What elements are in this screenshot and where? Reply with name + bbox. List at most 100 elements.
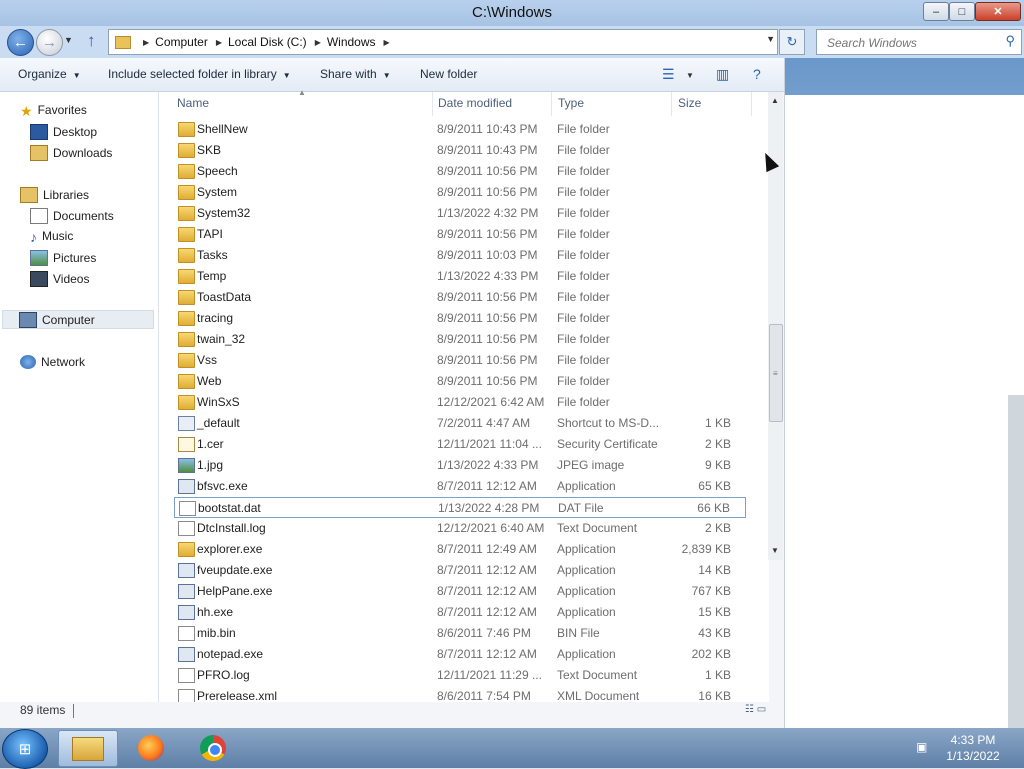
- preview-pane-icon[interactable]: ▥: [716, 66, 729, 83]
- start-button[interactable]: ⊞: [2, 729, 48, 769]
- taskbar-chrome[interactable]: [184, 730, 242, 765]
- file-row[interactable]: 1.jpg 1/13/2022 4:33 PM JPEG image 9 KB: [174, 455, 746, 476]
- file-row[interactable]: SKB 8/9/2011 10:43 PM File folder: [174, 140, 746, 161]
- sidebar-item-libraries[interactable]: Libraries: [20, 187, 89, 203]
- file-row[interactable]: _default 7/2/2011 4:47 AM Shortcut to MS-D…: [174, 413, 746, 434]
- column-divider[interactable]: [751, 92, 752, 116]
- file-row[interactable]: WinSxS 12/12/2021 6:42 AM File folder: [174, 392, 746, 413]
- chevron-right-icon[interactable]: ▶: [384, 38, 390, 47]
- file-row[interactable]: hh.exe 8/7/2011 12:12 AM Application 15 KB: [174, 602, 746, 623]
- column-divider[interactable]: [671, 92, 672, 116]
- minimize-button[interactable]: –: [923, 2, 949, 21]
- search-icon[interactable]: ⚲: [1005, 33, 1015, 49]
- file-date: 8/6/2011 7:46 PM: [437, 626, 531, 640]
- column-divider[interactable]: [432, 92, 433, 116]
- sidebar-item-music[interactable]: ♪ Music: [30, 229, 73, 245]
- file-type: File folder: [557, 185, 610, 199]
- change-view-icon[interactable]: ☰: [662, 66, 675, 83]
- folder-icon: [178, 311, 195, 326]
- file-date: 12/11/2021 11:04 ...: [437, 437, 542, 451]
- chevron-right-icon[interactable]: ▶: [143, 38, 149, 47]
- column-header-size[interactable]: Size: [678, 96, 701, 110]
- file-row[interactable]: fveupdate.exe 8/7/2011 12:12 AM Applicatio…: [174, 560, 746, 581]
- sidebar-item-documents[interactable]: Documents: [30, 208, 114, 224]
- file-name: Tasks: [197, 248, 228, 262]
- view-options-dropdown-icon[interactable]: ▼: [686, 71, 694, 80]
- file-row[interactable]: explorer.exe 8/7/2011 12:49 AM Application…: [174, 539, 746, 560]
- file-row[interactable]: System32 1/13/2022 4:32 PM File folder: [174, 203, 746, 224]
- chevron-right-icon[interactable]: ▶: [216, 38, 222, 47]
- new-folder-button[interactable]: New folder: [420, 67, 477, 81]
- file-row[interactable]: Vss 8/9/2011 10:56 PM File folder: [174, 350, 746, 371]
- details-view-icon[interactable]: ☷ ▭: [745, 704, 766, 715]
- file-size: 14 KB: [698, 563, 731, 577]
- sidebar-item-downloads[interactable]: Downloads: [30, 145, 112, 161]
- file-row[interactable]: TAPI 8/9/2011 10:56 PM File folder: [174, 224, 746, 245]
- file-row[interactable]: PFRO.log 12/11/2021 11:29 ... Text Documen…: [174, 665, 746, 686]
- breadcrumb-windows[interactable]: Windows: [327, 35, 376, 49]
- refresh-button[interactable]: ↻: [779, 29, 805, 55]
- column-header-type[interactable]: Type: [558, 96, 584, 110]
- column-divider[interactable]: [551, 92, 552, 116]
- back-button[interactable]: ←: [7, 29, 34, 56]
- sidebar-item-videos[interactable]: Videos: [30, 271, 89, 287]
- system-clock[interactable]: 4:33 PM 1/13/2022: [930, 732, 1016, 764]
- sidebar-item-favorites[interactable]: ★ Favorites: [20, 103, 87, 119]
- forward-button[interactable]: →: [36, 29, 63, 56]
- file-row[interactable]: System 8/9/2011 10:56 PM File folder: [174, 182, 746, 203]
- network-tray-icon[interactable]: ▣: [916, 740, 927, 754]
- file-row[interactable]: bootstat.dat 1/13/2022 4:28 PM DAT File 66 …: [174, 497, 746, 518]
- file-date: 1/13/2022 4:33 PM: [437, 269, 539, 283]
- file-row[interactable]: bfsvc.exe 8/7/2011 12:12 AM Application 65 …: [174, 476, 746, 497]
- column-header-name[interactable]: Name: [177, 96, 209, 110]
- chevron-right-icon[interactable]: ▶: [315, 38, 321, 47]
- breadcrumb-local-disk[interactable]: Local Disk (C:): [228, 35, 307, 49]
- file-date: 8/9/2011 10:56 PM: [437, 332, 538, 346]
- file-row[interactable]: twain_32 8/9/2011 10:56 PM File folder: [174, 329, 746, 350]
- search-input[interactable]: [825, 34, 999, 52]
- breadcrumb-computer[interactable]: Computer: [155, 35, 208, 49]
- organize-menu[interactable]: Organize ▼: [18, 67, 81, 81]
- sidebar-item-network[interactable]: Network: [20, 355, 85, 369]
- file-date: 7/2/2011 4:47 AM: [437, 416, 531, 430]
- scroll-down-icon[interactable]: ▼: [771, 546, 779, 555]
- search-box[interactable]: ⚲: [816, 29, 1022, 55]
- sidebar-item-pictures[interactable]: Pictures: [30, 250, 96, 266]
- file-row[interactable]: Temp 1/13/2022 4:33 PM File folder: [174, 266, 746, 287]
- close-button[interactable]: ✕: [975, 2, 1021, 21]
- file-name: mib.bin: [197, 626, 236, 640]
- maximize-button[interactable]: □: [949, 2, 975, 21]
- status-divider: [73, 704, 74, 718]
- address-bar[interactable]: ▶ Computer ▶ Local Disk (C:) ▶ Windows ▶…: [108, 29, 778, 55]
- address-dropdown-icon[interactable]: ▼: [766, 34, 775, 44]
- share-with-menu[interactable]: Share with ▼: [320, 67, 391, 81]
- title-bar[interactable]: C:\Windows – □ ✕: [0, 0, 1024, 26]
- file-row[interactable]: tracing 8/9/2011 10:56 PM File folder: [174, 308, 746, 329]
- file-row[interactable]: DtcInstall.log 12/12/2021 6:40 AM Text Doc…: [174, 518, 746, 539]
- include-in-library-menu[interactable]: Include selected folder in library ▼: [108, 67, 291, 81]
- file-row[interactable]: Tasks 8/9/2011 10:03 PM File folder: [174, 245, 746, 266]
- file-size: 16 KB: [698, 689, 731, 703]
- sidebar-item-computer[interactable]: Computer: [2, 310, 154, 329]
- recent-pages-dropdown[interactable]: ▼: [64, 35, 73, 45]
- file-row[interactable]: mib.bin 8/6/2011 7:46 PM BIN File 43 KB: [174, 623, 746, 644]
- file-icon: [178, 626, 195, 641]
- file-name: DtcInstall.log: [197, 521, 266, 535]
- scroll-thumb[interactable]: ≡: [769, 324, 783, 422]
- taskbar-firefox[interactable]: [122, 730, 180, 765]
- help-icon[interactable]: ?: [753, 66, 761, 82]
- file-row[interactable]: ShellNew 8/9/2011 10:43 PM File folder: [174, 119, 746, 140]
- column-header-date[interactable]: Date modified: [438, 96, 512, 110]
- file-row[interactable]: Web 8/9/2011 10:56 PM File folder: [174, 371, 746, 392]
- up-folder-icon[interactable]: ↑: [87, 31, 96, 51]
- file-row[interactable]: HelpPane.exe 8/7/2011 12:12 AM Application…: [174, 581, 746, 602]
- file-row[interactable]: Speech 8/9/2011 10:56 PM File folder: [174, 161, 746, 182]
- folder-icon: [178, 353, 195, 368]
- file-row[interactable]: 1.cer 12/11/2021 11:04 ... Security Certif…: [174, 434, 746, 455]
- file-row[interactable]: notepad.exe 8/7/2011 12:12 AM Application 2…: [174, 644, 746, 665]
- file-row[interactable]: ToastData 8/9/2011 10:56 PM File folder: [174, 287, 746, 308]
- scroll-up-icon[interactable]: ▲: [771, 96, 779, 105]
- file-date: 8/9/2011 10:56 PM: [437, 290, 538, 304]
- sidebar-item-desktop[interactable]: Desktop: [30, 124, 97, 140]
- taskbar-explorer[interactable]: [58, 730, 118, 767]
